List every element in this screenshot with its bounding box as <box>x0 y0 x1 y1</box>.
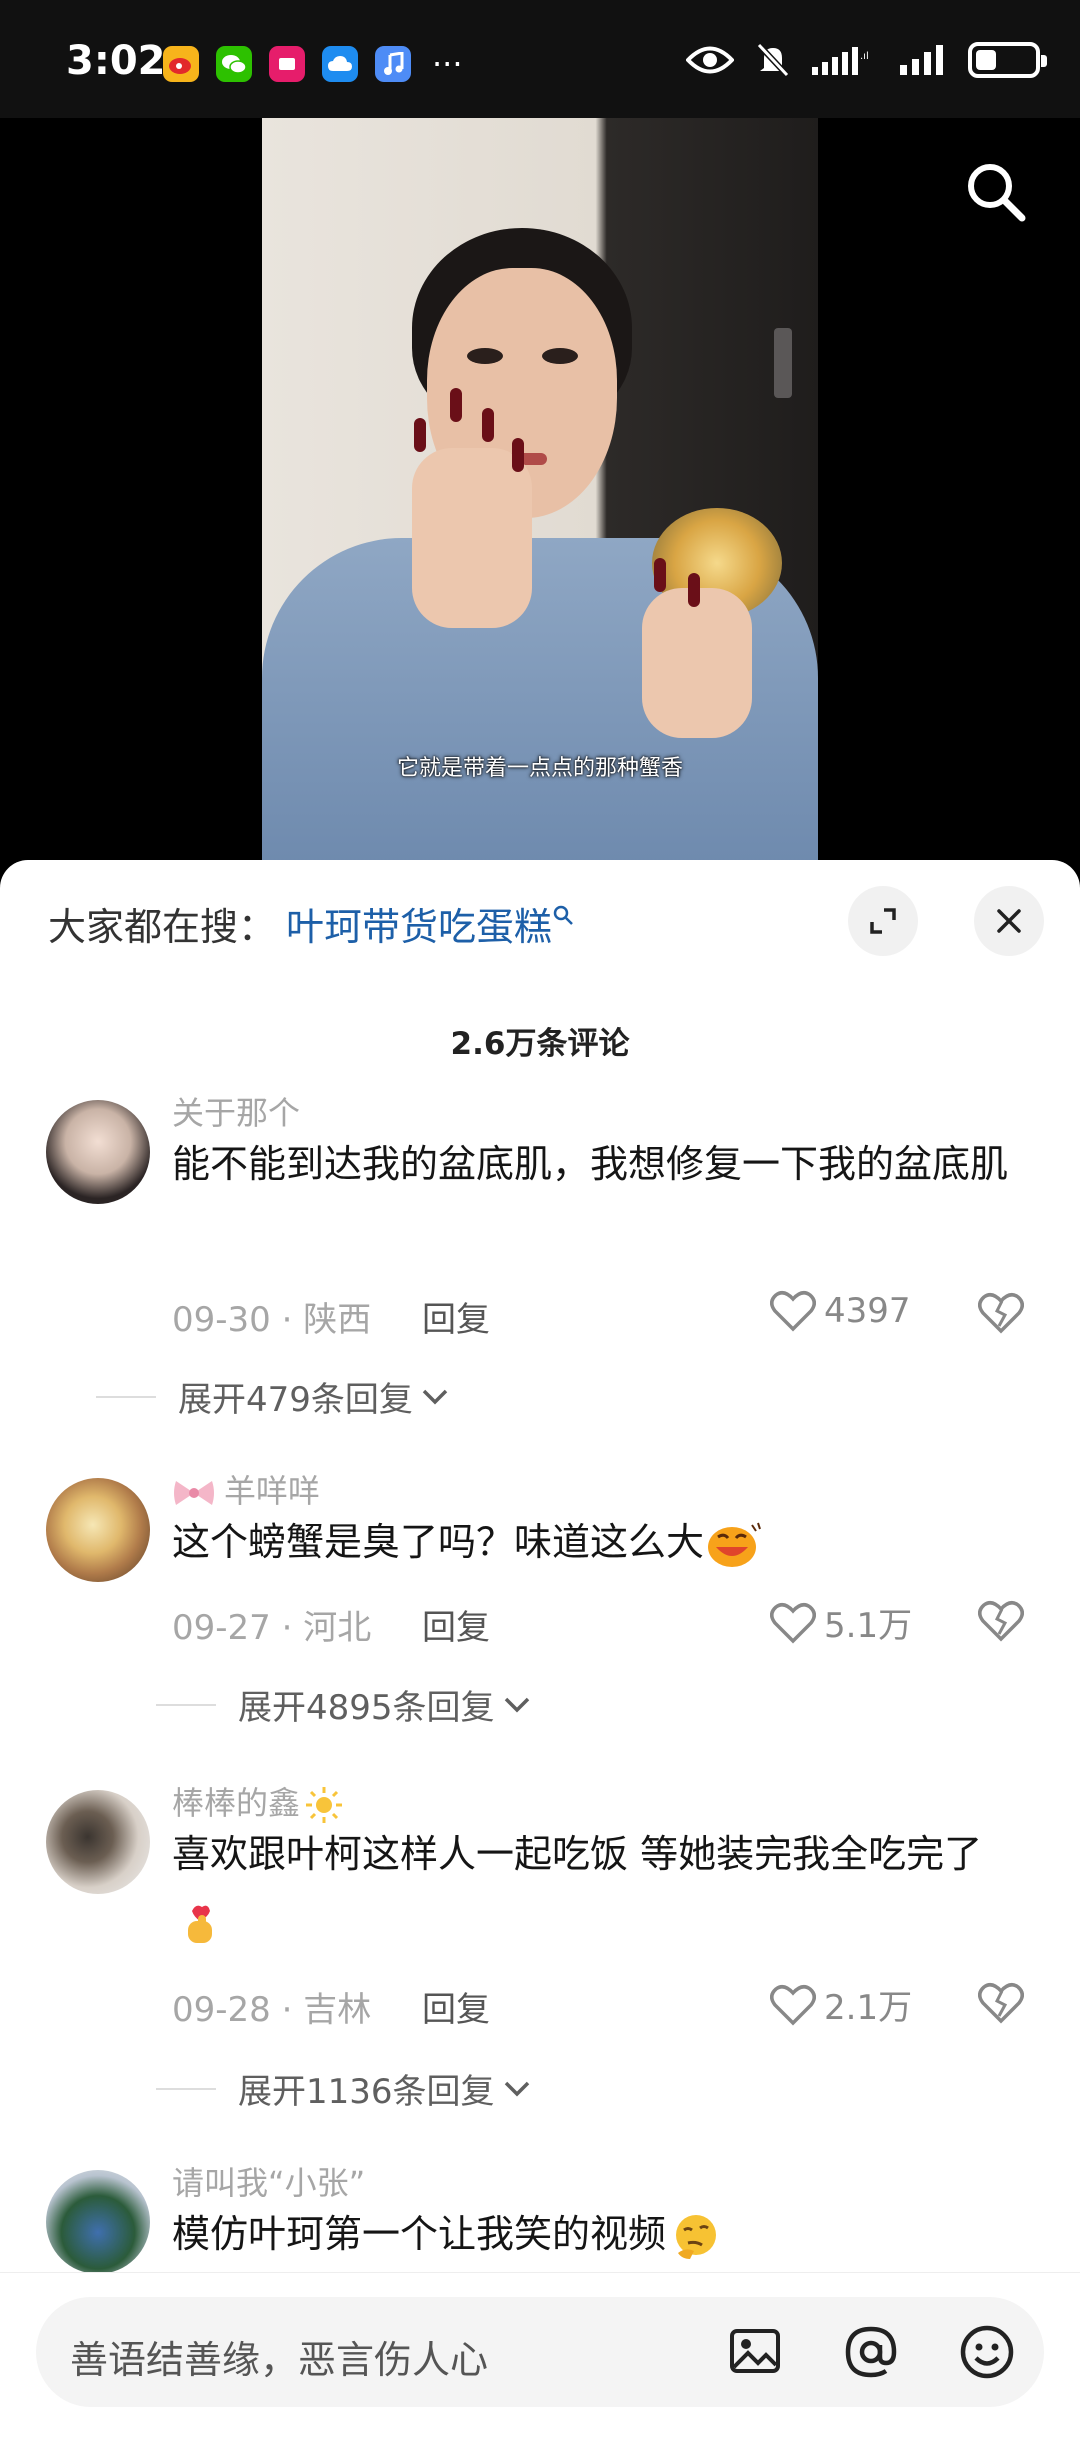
video-caption: 它就是带着一点点的那种蟹香 <box>396 756 683 781</box>
more-notifications-icon: ··· <box>432 45 463 83</box>
emoji-icon[interactable] <box>958 2323 1016 2381</box>
comment-input[interactable]: 善语结善缘，恶言伤人心 <box>36 2297 1044 2407</box>
comment-date: 09-30 <box>172 1300 271 1340</box>
mute-bell-icon <box>756 42 790 78</box>
dislike-button[interactable] <box>978 1600 1024 1642</box>
comments-panel: 大家都在搜： 叶珂带货吃蛋糕 2.6万条评论 关于那个 能不能到达我的盆底肌，我想… <box>0 860 1080 2437</box>
comment-date: 09-28 <box>172 1990 271 2030</box>
like-count: 5.1万 <box>824 1606 913 1646</box>
like-button[interactable]: 4397 <box>770 1290 911 1332</box>
suggest-prefix: 大家都在搜： <box>48 905 277 949</box>
expand-replies-button[interactable]: 展开479条回复 <box>96 1372 449 1421</box>
battery-icon <box>968 42 1047 78</box>
like-count: 4397 <box>824 1291 911 1331</box>
suggest-term-link[interactable]: 叶珂带货吃蛋糕 <box>286 905 552 949</box>
comment-location: 吉林 <box>303 1990 372 2030</box>
heart-icon <box>770 1602 816 1643</box>
music-icon <box>375 46 411 82</box>
status-time: 3:02 <box>66 38 166 84</box>
search-small-icon <box>553 906 573 926</box>
comment-meta: 09-28 · 吉林 回复 <box>172 1982 490 2031</box>
sun-icon <box>306 1787 343 1823</box>
comment-date: 09-27 <box>172 1608 271 1648</box>
comment-username[interactable]: 棒棒的鑫 <box>172 1778 344 1825</box>
weibo-icon <box>163 46 199 82</box>
comment-username[interactable]: 关于那个 <box>172 1088 300 1134</box>
signal-icon <box>900 45 943 75</box>
comment-count: 2.6万条评论 <box>450 1026 630 1062</box>
search-suggestion: 大家都在搜： 叶珂带货吃蛋糕 <box>48 896 574 951</box>
comment-meta: 09-30 · 陕西 回复 <box>172 1292 490 1341</box>
heart-icon <box>770 1984 816 2025</box>
avatar[interactable] <box>46 1478 150 1582</box>
expand-label: 展开1136条回复 <box>238 2072 495 2112</box>
wechat-icon <box>216 46 252 82</box>
expand-replies-button[interactable]: 展开4895条回复 <box>156 1680 531 1729</box>
meta-separator: · <box>281 1300 293 1340</box>
finger-heart-emoji <box>188 1905 212 1943</box>
video-player[interactable]: 它就是带着一点点的那种蟹香 <box>0 118 1080 878</box>
comment-text: 模仿叶珂第一个让我笑的视频 <box>172 2202 1032 2266</box>
comment-location: 河北 <box>303 1608 372 1648</box>
vipshop-icon <box>269 46 305 82</box>
close-icon <box>997 909 1021 933</box>
comment-text: 这个螃蟹是臭了吗？味道这么大 <box>172 1510 1032 1574</box>
thinking-emoji <box>676 2214 717 2259</box>
svg-text:.ıl: .ıl <box>860 51 869 62</box>
like-count: 2.1万 <box>824 1988 913 2028</box>
search-icon[interactable] <box>962 158 1028 224</box>
expand-label: 展开4895条回复 <box>238 1688 495 1728</box>
like-button[interactable]: 5.1万 <box>770 1598 912 1647</box>
expand-replies-button[interactable]: 展开1136条回复 <box>156 2064 531 2113</box>
video-frame[interactable]: 它就是带着一点点的那种蟹香 <box>262 118 818 878</box>
notification-icons: ··· <box>163 46 463 82</box>
dislike-button[interactable] <box>978 1982 1024 2024</box>
like-button[interactable]: 2.1万 <box>770 1980 912 2029</box>
chevron-down-icon <box>422 1389 448 1404</box>
heart-icon <box>770 1291 816 1332</box>
reply-button[interactable]: 回复 <box>422 1608 490 1648</box>
comment-input-bar: 善语结善缘，恶言伤人心 <box>0 2272 1080 2437</box>
laughing-emoji <box>708 1522 761 1567</box>
cloud-icon <box>322 46 358 82</box>
meta-separator: · <box>281 1990 293 2030</box>
eye-icon <box>686 46 734 74</box>
chevron-down-icon <box>504 1697 529 1712</box>
avatar[interactable] <box>46 2170 150 2274</box>
comment-meta: 09-27 · 河北 回复 <box>172 1600 490 1649</box>
expand-icon <box>870 908 896 934</box>
expand-panel-button[interactable] <box>848 886 918 956</box>
status-bar: 3:02 ··· .ıl <box>0 0 1080 118</box>
system-icons: .ıl <box>686 42 1047 78</box>
comment-text: 喜欢跟叶柯这样人一起吃饭 等她装完我全吃完了 <box>172 1822 1032 1950</box>
comment-location: 陕西 <box>303 1300 372 1340</box>
reply-button[interactable]: 回复 <box>422 1300 490 1340</box>
avatar[interactable] <box>46 1790 150 1894</box>
chevron-down-icon <box>504 2081 529 2096</box>
close-panel-button[interactable] <box>974 886 1044 956</box>
image-icon[interactable] <box>726 2323 784 2381</box>
comment-input-placeholder: 善语结善缘，恶言伤人心 <box>70 2338 489 2382</box>
comment-text: 能不能到达我的盆底肌，我想修复一下我的盆底肌 <box>172 1142 1009 1186</box>
at-icon[interactable] <box>842 2323 900 2381</box>
expand-label: 展开479条回复 <box>178 1380 413 1420</box>
comment-username[interactable]: 羊咩咩 <box>172 1466 320 1512</box>
reply-button[interactable]: 回复 <box>422 1990 490 2030</box>
dislike-button[interactable] <box>978 1292 1024 1334</box>
bow-icon <box>174 1481 214 1505</box>
signal-icon: .ıl <box>812 47 869 75</box>
comment-username[interactable]: 请叫我“小张” <box>172 2158 365 2204</box>
meta-separator: · <box>281 1608 293 1648</box>
avatar[interactable] <box>46 1100 150 1204</box>
